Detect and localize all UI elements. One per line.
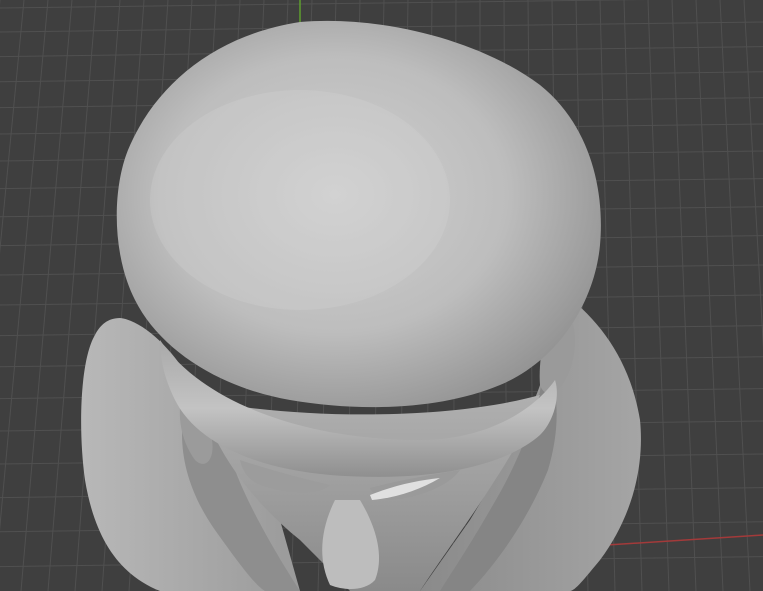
grid-line <box>647 0 670 591</box>
bust-mesh[interactable] <box>81 20 641 591</box>
grid-line <box>20 0 73 591</box>
3d-viewport[interactable] <box>0 0 763 591</box>
cap-highlight <box>150 90 450 310</box>
grid-line <box>0 0 49 531</box>
grid-line <box>47 0 97 591</box>
grid-line <box>0 0 25 255</box>
viewport-scene[interactable] <box>0 0 763 591</box>
